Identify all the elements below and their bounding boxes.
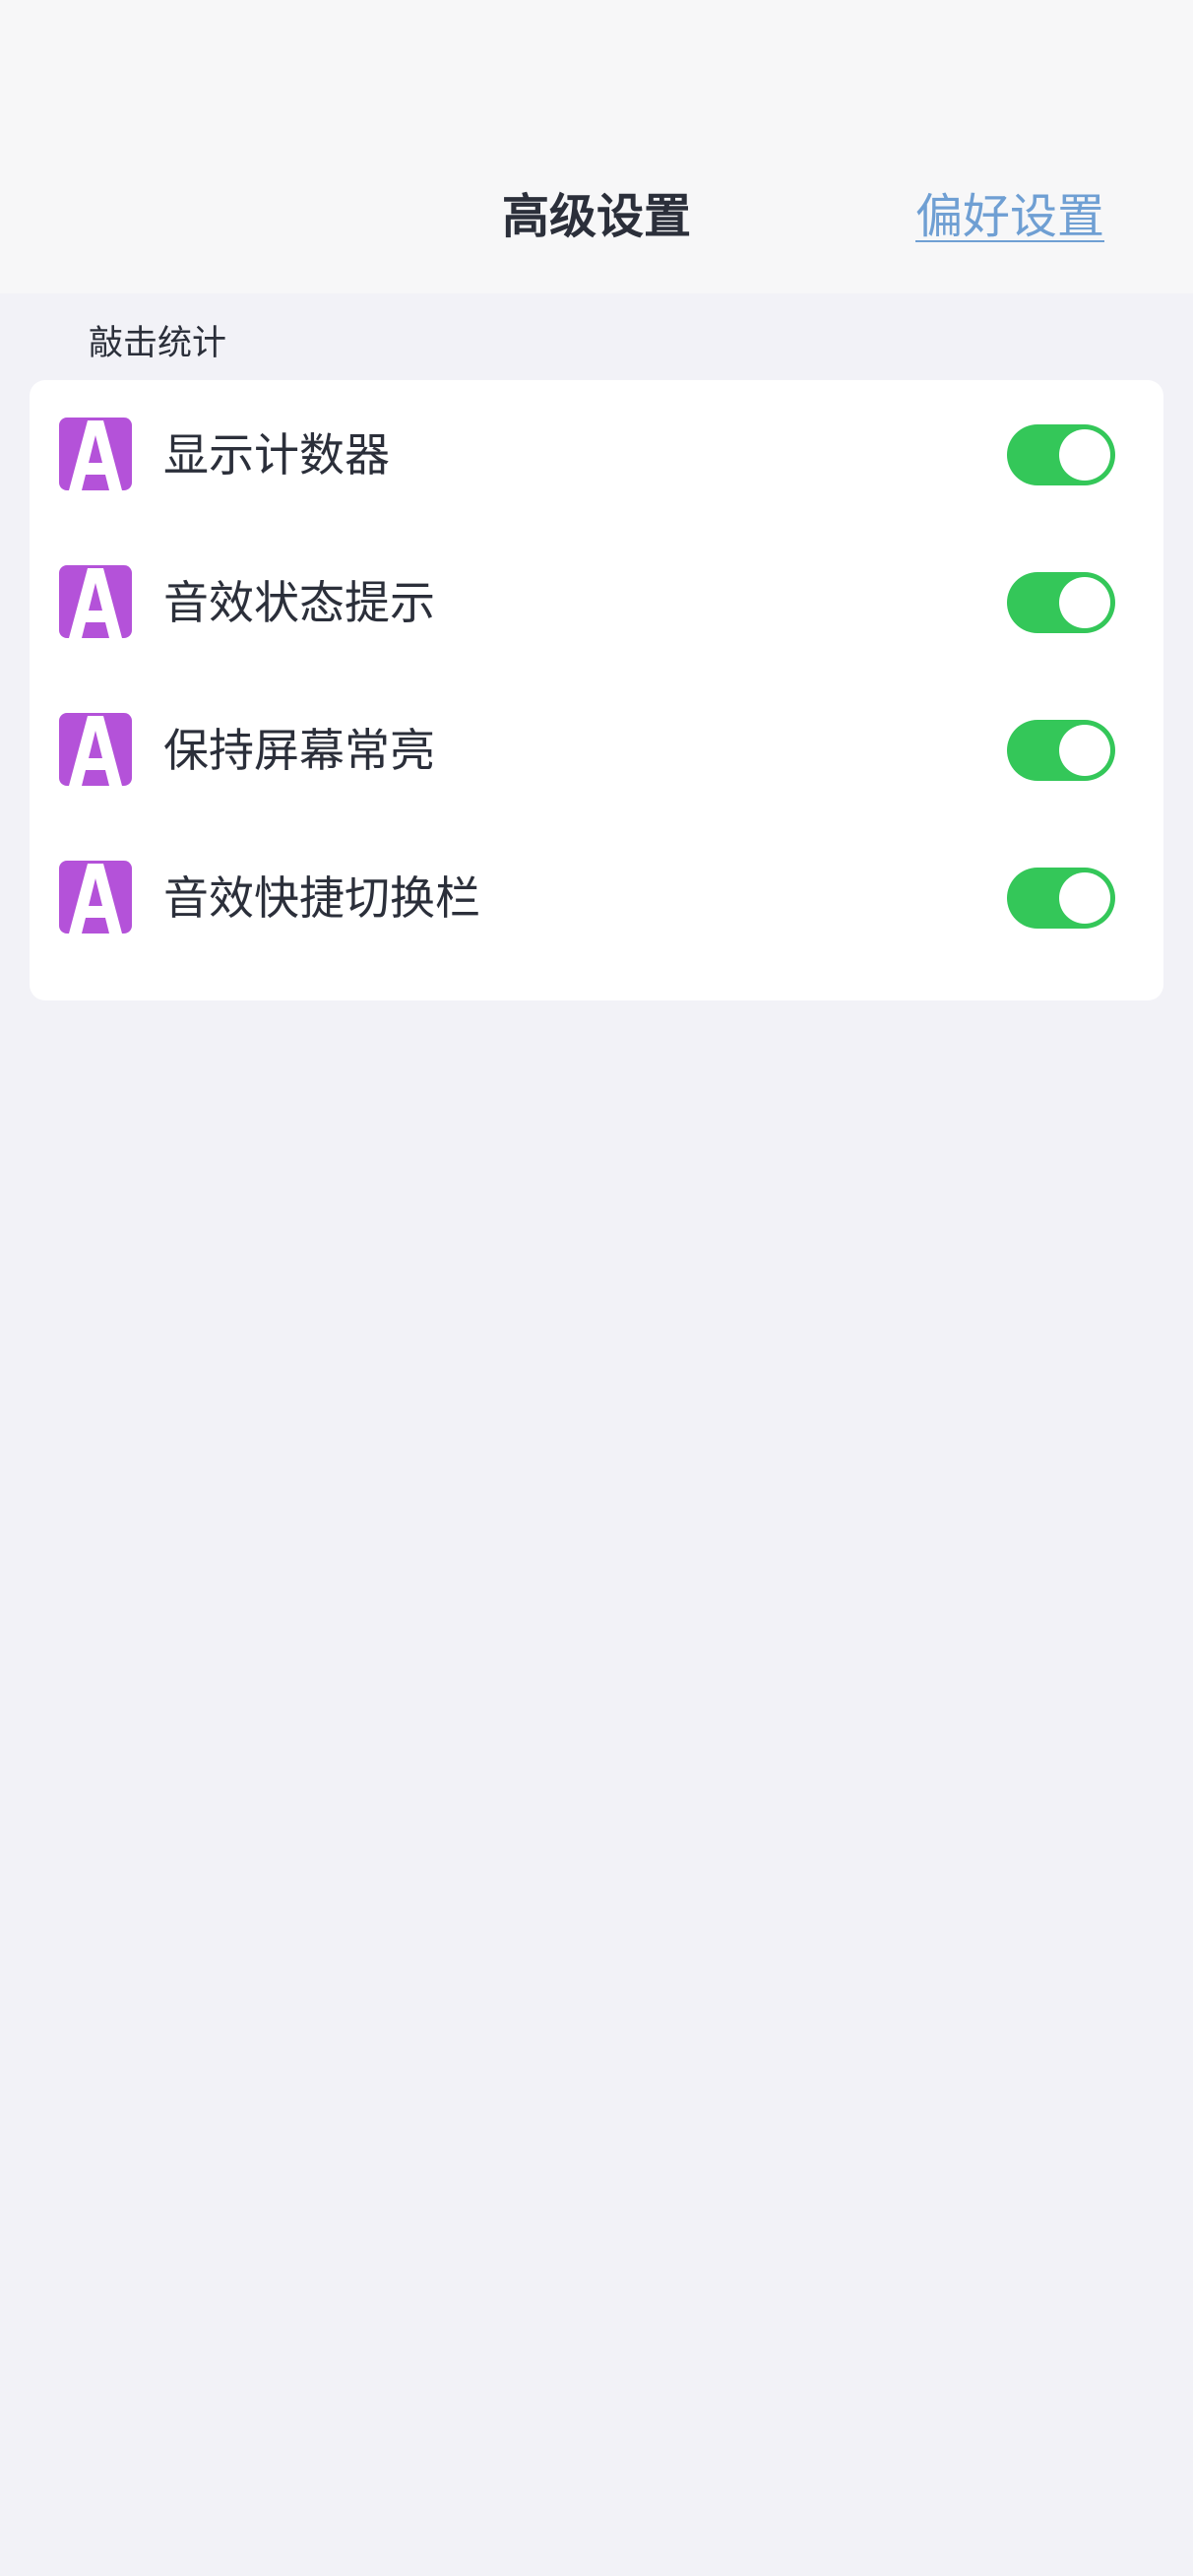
- setting-label: 音效状态提示: [163, 576, 435, 629]
- toggle-knob: [1059, 577, 1110, 628]
- letter-a-icon: [59, 713, 132, 786]
- preferences-link[interactable]: 偏好设置: [915, 187, 1104, 246]
- show-counter-toggle[interactable]: [1007, 424, 1115, 485]
- navigation-bar: 高级设置 偏好设置: [0, 0, 1193, 293]
- setting-row-keep-screen-on: 保持屏幕常亮: [30, 676, 1163, 823]
- section-header: 敲击统计: [89, 324, 227, 363]
- setting-label: 显示计数器: [163, 428, 390, 482]
- sound-shortcut-bar-toggle[interactable]: [1007, 868, 1115, 929]
- letter-a-icon: [59, 418, 132, 490]
- settings-card: 显示计数器 音效状态提示 保持屏幕常亮 音效快捷切换栏: [30, 380, 1163, 1000]
- setting-row-sound-status: 音效状态提示: [30, 528, 1163, 676]
- toggle-knob: [1059, 429, 1110, 481]
- letter-a-icon: [59, 565, 132, 638]
- setting-row-sound-shortcut-bar: 音效快捷切换栏: [30, 823, 1163, 971]
- keep-screen-on-toggle[interactable]: [1007, 720, 1115, 781]
- letter-a-icon: [59, 861, 132, 934]
- setting-label: 保持屏幕常亮: [163, 724, 435, 777]
- toggle-knob: [1059, 725, 1110, 776]
- toggle-knob: [1059, 872, 1110, 924]
- sound-status-toggle[interactable]: [1007, 572, 1115, 633]
- setting-row-show-counter: 显示计数器: [30, 380, 1163, 528]
- setting-label: 音效快捷切换栏: [163, 871, 480, 925]
